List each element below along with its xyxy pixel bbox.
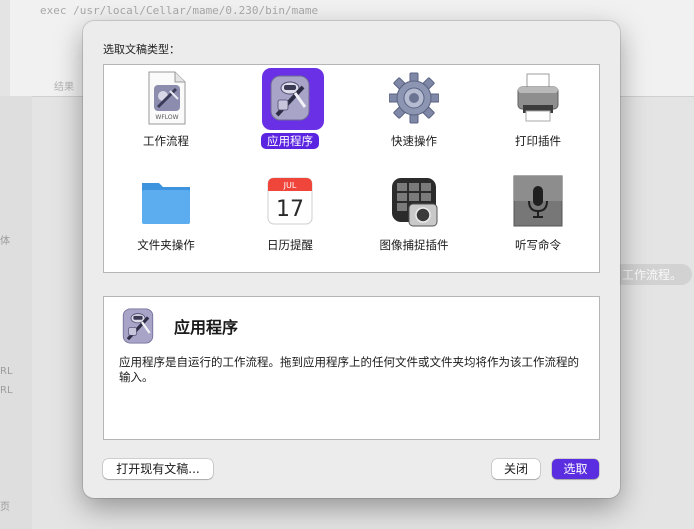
type-tile-application[interactable]: 应用程序 (228, 68, 352, 165)
type-tile-calendar-alarm[interactable]: JUL 17 日历提醒 (228, 173, 352, 269)
gear-icon (388, 71, 440, 125)
calendar-day: 17 (276, 197, 304, 222)
type-tile-folder-action[interactable]: 文件夹操作 (104, 173, 228, 269)
printer-icon (513, 71, 563, 125)
automator-robot-icon (262, 68, 324, 130)
background-sidebar-text: 体 (0, 236, 10, 247)
calendar-month: JUL (283, 181, 297, 190)
type-label: 应用程序 (228, 133, 352, 149)
choose-button[interactable]: 选取 (552, 459, 599, 479)
automator-robot-icon (117, 305, 159, 347)
type-tile-print-plugin[interactable]: 打印插件 (476, 69, 600, 165)
type-label: 听写命令 (515, 238, 561, 252)
type-label: 文件夹操作 (137, 238, 195, 252)
background-sidebar-text: RL (0, 385, 13, 396)
type-label: 快速操作 (391, 134, 437, 148)
type-label: 工作流程 (143, 134, 189, 148)
background-code-line: exec /usr/local/Cellar/mame/0.230/bin/ma… (40, 4, 319, 17)
choose-document-type-dialog: 选取文稿类型： WFLOW 工作流程 应用程序 快速操作 打印插件 文件夹操作 … (83, 21, 620, 498)
background-results-tab: 结果 (54, 82, 74, 93)
calendar-icon: JUL 17 (265, 175, 315, 229)
dialog-title: 选取文稿类型： (103, 43, 180, 56)
description-text: 应用程序是自运行的工作流程。拖到应用程序上的任何文件或文件夹均将作为该工作流程的… (119, 355, 579, 384)
close-button[interactable]: 关闭 (492, 459, 540, 479)
background-sidebar-text: 页 (0, 502, 10, 513)
microphone-icon (513, 175, 563, 229)
folder-icon (141, 175, 191, 229)
image-capture-icon (389, 175, 439, 229)
document-type-grid: WFLOW 工作流程 应用程序 快速操作 打印插件 文件夹操作 JUL 17 日… (103, 64, 600, 273)
type-label: 图像捕捉插件 (379, 238, 449, 252)
description-panel: 应用程序 应用程序是自运行的工作流程。拖到应用程序上的任何文件或文件夹均将作为该… (103, 296, 600, 440)
type-tile-workflow[interactable]: WFLOW 工作流程 (104, 69, 228, 165)
workflow-file-icon: WFLOW (141, 71, 191, 125)
background-sidebar (0, 96, 32, 529)
open-existing-document-button[interactable]: 打开现有文稿... (103, 459, 213, 479)
background-hint-text: 工作流程。 (612, 264, 693, 285)
type-label: 打印插件 (515, 134, 561, 148)
type-label-selected: 应用程序 (261, 133, 319, 149)
description-title: 应用程序 (174, 318, 239, 337)
type-label: 日历提醒 (267, 238, 313, 252)
type-tile-quick-action[interactable]: 快速操作 (352, 69, 476, 165)
background-sidebar-text: RL (0, 366, 13, 377)
type-tile-image-capture[interactable]: 图像捕捉插件 (352, 173, 476, 269)
type-tile-dictation-command[interactable]: 听写命令 (476, 173, 600, 269)
workflow-icon-text: WFLOW (155, 114, 178, 121)
